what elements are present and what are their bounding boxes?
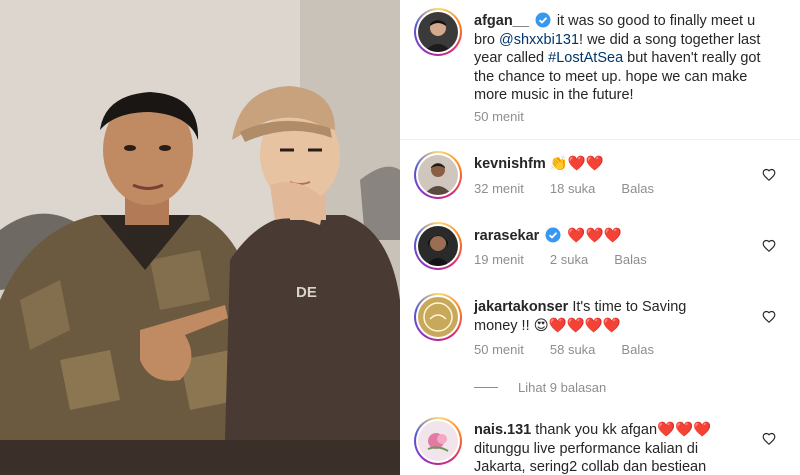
comment-jakartakonser: jakartakonser It's time to Saving money … [474, 298, 724, 335]
comment-emoji: ❤️❤️❤️ [567, 228, 622, 244]
post-time: 50 menit [474, 109, 524, 124]
comments-panel: afgan__ it was so good to finally meet u… [400, 0, 800, 475]
comment-avatar-ring-kevnishfm[interactable] [414, 151, 462, 199]
reply-button[interactable]: Balas [621, 181, 654, 196]
post-photo-illustration: DE [0, 0, 400, 475]
comment-text-line3: Jakarta, sering2 collab dan bestiean [474, 459, 707, 475]
like-heart-icon[interactable] [762, 310, 776, 324]
comment-meta: 32 menit 18 suka Balas [474, 181, 654, 196]
like-heart-icon[interactable] [762, 168, 776, 182]
comment-text-line2: ditunggu live performance kalian di [474, 440, 699, 457]
view-replies-button[interactable]: Lihat 9 balasan [518, 380, 606, 395]
avatar [418, 297, 458, 337]
comment-username[interactable]: nais.131 [474, 422, 531, 438]
comment-username[interactable]: kevnishfm [474, 156, 546, 172]
comment-likes[interactable]: 58 suka [550, 342, 596, 357]
instagram-post: DE afgan__ it was so good to finally mee… [0, 0, 800, 475]
comment-emoji: 😍❤️❤️❤️❤️ [533, 317, 621, 334]
shirt-text: DE [296, 284, 317, 301]
comment-avatar-ring-nais131[interactable] [414, 417, 462, 465]
comment-rarasekar: rarasekar ❤️❤️❤️ [474, 227, 622, 246]
post-author-username[interactable]: afgan__ [474, 13, 529, 29]
post-meta: 50 menit [474, 109, 524, 124]
comment-text-line1: thank you kk afgan [535, 422, 658, 438]
reply-button[interactable]: Balas [614, 252, 647, 267]
view-replies-line [474, 387, 498, 388]
comment-meta: 19 menit 2 suka Balas [474, 252, 647, 267]
author-avatar-ring[interactable] [414, 8, 462, 56]
comment-likes[interactable]: 18 suka [550, 181, 596, 196]
comment-likes[interactable]: 2 suka [550, 252, 588, 267]
verified-badge-icon [545, 227, 561, 243]
caption-divider [400, 139, 800, 140]
avatar [418, 155, 458, 195]
comment-username[interactable]: rarasekar [474, 228, 539, 244]
comment-avatar-ring-jakartakonser[interactable] [414, 293, 462, 341]
comment-emoji: 👏❤️❤️ [549, 156, 604, 172]
comment-username[interactable]: jakartakonser [474, 299, 568, 315]
comment-avatar-ring-rarasekar[interactable] [414, 222, 462, 270]
avatar [418, 421, 458, 461]
comment-emoji: ❤️❤️❤️ [657, 422, 712, 438]
reply-button[interactable]: Balas [621, 342, 654, 357]
comment-meta: 50 menit 58 suka Balas [474, 342, 654, 357]
comment-time: 50 menit [474, 342, 524, 357]
avatar [418, 226, 458, 266]
comment-nais131: nais.131 thank you kk afgan❤️❤️❤️ ditung… [474, 421, 734, 475]
caption-hashtag[interactable]: #LostAtSea [548, 50, 623, 66]
like-heart-icon[interactable] [762, 239, 776, 253]
like-heart-icon[interactable] [762, 432, 776, 446]
avatar [418, 12, 458, 52]
post-caption: afgan__ it was so good to finally meet u… [474, 12, 774, 105]
verified-badge-icon [535, 12, 551, 28]
comment-time: 32 menit [474, 181, 524, 196]
comment-kevnishfm: kevnishfm 👏❤️❤️ [474, 155, 604, 174]
comment-time: 19 menit [474, 252, 524, 267]
post-photo[interactable]: DE [0, 0, 400, 475]
caption-mention[interactable]: @shxxbi131 [499, 32, 579, 48]
